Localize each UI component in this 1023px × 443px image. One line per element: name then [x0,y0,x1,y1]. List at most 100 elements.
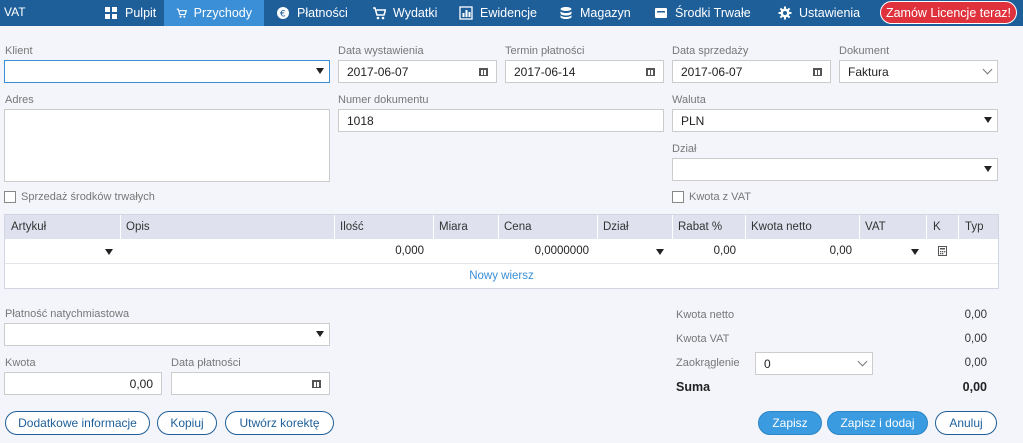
svg-text:€: € [280,10,286,20]
zaokraglenie-value: 0,00 [964,357,987,369]
table-header: Artykuł Opis Ilość Miara Cena Dział Raba… [5,215,998,239]
platnosc-natychmiastowa-select[interactable] [4,323,330,346]
artykul-dropdown-icon[interactable] [105,249,113,255]
kwota-z-vat-checkbox[interactable]: Kwota z VAT [672,191,751,203]
nav-item-label: Ewidencje [480,6,537,20]
cart-icon [373,7,386,20]
nav-item-pulpit[interactable]: Pulpit [92,0,168,26]
col-header-typ: Typ [965,221,984,233]
zapisz-i-dodaj-button[interactable]: Zapisz i dodaj [827,411,928,435]
dokument-label: Dokument [839,45,890,57]
kwota-netto-cell[interactable]: 0,00 [830,245,852,257]
kwota-netto-value: 0,00 [964,309,987,321]
numer-dokumentu-input[interactable]: 1018 [338,109,664,132]
sprzedaz-srodkow-label: Sprzedaż środków trwałych [21,191,155,203]
nav-item-przychody[interactable]: Przychody [164,0,264,26]
checkbox-box[interactable] [672,191,684,203]
adres-textarea[interactable] [4,109,330,182]
zapisz-button[interactable]: Zapisz [758,411,822,435]
order-license-button[interactable]: Zamów Licencje teraz! [880,1,1017,24]
anuluj-button[interactable]: Anuluj [935,411,997,435]
data-sprzedazy-label: Data sprzedaży [672,45,749,57]
zaokraglenie-select-value: 0 [764,356,771,371]
klient-label: Klient [5,45,33,57]
nav-item-label: Ustawienia [799,6,861,20]
nav-item-ewidencje[interactable]: Ewidencje [447,0,549,26]
utworz-korekte-button[interactable]: Utwórz korektę [225,411,334,435]
calculator-icon[interactable] [938,246,947,256]
numer-dokumentu-value: 1018 [347,113,374,128]
top-nav: VAT Pulpit Przychody € Płatności Wydatki… [0,0,1023,26]
chevron-down-icon [857,356,868,367]
nav-item-label: Przychody [193,6,252,20]
col-header-opis: Opis [126,221,150,233]
termin-platnosci-input[interactable]: 2017-06-14 [505,60,664,83]
table-row[interactable]: 0,000 0,0000000 0,00 0,00 [5,239,998,264]
nav-item-ustawienia[interactable]: Ustawienia [766,0,872,26]
items-table: Artykuł Opis Ilość Miara Cena Dział Raba… [4,214,999,289]
new-row-link[interactable]: Nowy wiersz [5,264,998,288]
numer-dokumentu-label: Numer dokumentu [338,94,429,106]
euro-icon: € [277,7,289,20]
nav-item-label: Płatności [297,6,348,20]
klient-select[interactable] [4,60,330,83]
dzial-select[interactable] [672,158,998,181]
platnosc-natychmiastowa-label: Płatność natychmiastowa [5,308,130,320]
dashboard-icon [105,7,117,19]
calendar-icon[interactable] [813,68,822,76]
nav-item-magazyn[interactable]: Magazyn [547,0,643,26]
col-header-cena: Cena [504,221,532,233]
waluta-value: PLN [681,113,705,128]
brand-label: VAT [4,5,26,19]
gear-icon [778,6,792,20]
nav-item-label: Pulpit [125,6,157,20]
dokument-value: Faktura [848,64,889,79]
dodatkowe-informacje-button[interactable]: Dodatkowe informacje [5,411,150,435]
data-platnosci-label: Data płatności [171,357,241,369]
waluta-select[interactable]: PLN [672,109,998,132]
calendar-icon[interactable] [479,68,488,76]
col-header-dzial: Dział [603,221,629,233]
vat-dropdown-icon[interactable] [911,249,919,255]
nav-item-wydatki[interactable]: Wydatki [360,0,449,26]
col-header-kwota-netto: Kwota netto [751,221,812,233]
kopiuj-button[interactable]: Kopiuj [157,411,217,435]
data-wystawienia-label: Data wystawienia [338,45,424,57]
suma-label: Suma [676,380,711,394]
calendar-icon[interactable] [312,380,321,388]
sprzedaz-srodkow-checkbox[interactable]: Sprzedaż środków trwałych [4,191,155,203]
nav-item-label: Magazyn [580,6,631,20]
nav-item-label: Wydatki [393,6,438,20]
dzial-label: Dział [672,143,697,155]
nav-item-platnosci[interactable]: € Płatności [264,0,360,26]
dzial-dropdown-icon[interactable] [656,249,664,255]
nav-item-srodki-trwale[interactable]: Środki Trwałe [642,0,763,26]
termin-platnosci-value: 2017-06-14 [514,64,576,79]
kwota-input[interactable]: 0,00 [4,372,162,395]
kwota-z-vat-label: Kwota z VAT [689,191,751,203]
calendar-icon[interactable] [646,68,655,76]
kwota-netto-label: Kwota netto [676,309,735,321]
data-sprzedazy-value: 2017-06-07 [681,64,743,79]
chart-icon [459,6,473,20]
chevron-down-icon [982,64,993,75]
nav-item-label: Środki Trwałe [675,6,751,20]
data-wystawienia-value: 2017-06-07 [347,64,409,79]
cena-cell[interactable]: 0,0000000 [535,245,589,257]
zaokraglenie-select[interactable]: 0 [755,352,873,375]
suma-value: 0,00 [962,380,987,394]
col-header-k: K [933,221,941,233]
dropdown-caret-icon [316,331,324,337]
ilosc-cell[interactable]: 0,000 [395,245,424,257]
rabat-cell[interactable]: 0,00 [714,245,736,257]
col-header-rabat: Rabat % [678,221,723,233]
data-platnosci-input[interactable] [171,372,330,395]
col-header-vat: VAT [865,221,886,233]
kwota-vat-value: 0,00 [964,333,987,345]
dokument-select[interactable]: Faktura [839,60,998,83]
kwota-vat-label: Kwota VAT [676,333,730,345]
box-icon [655,8,667,18]
checkbox-box[interactable] [4,191,16,203]
data-sprzedazy-input[interactable]: 2017-06-07 [672,60,831,83]
data-wystawienia-input[interactable]: 2017-06-07 [338,60,497,83]
